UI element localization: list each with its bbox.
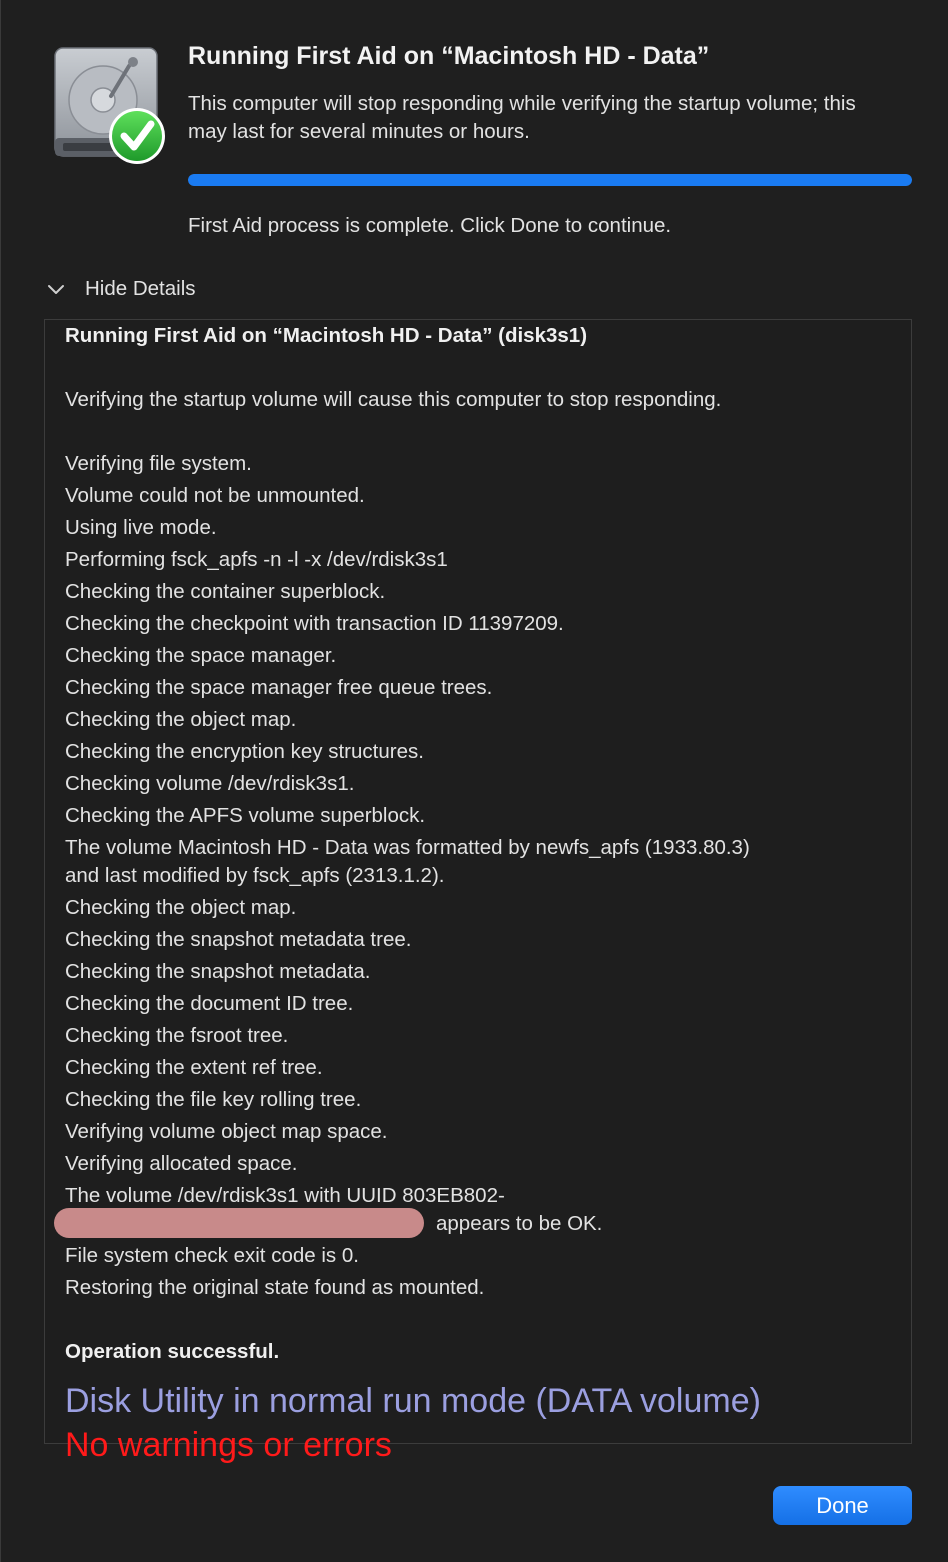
log-line: Checking the encryption key structures. <box>65 740 424 763</box>
log-line: The volume /dev/rdisk3s1 with UUID 803EB… <box>65 1184 505 1207</box>
log-line: Checking the fsroot tree. <box>65 1024 289 1047</box>
redaction-mark <box>54 1208 424 1238</box>
log-line: Verifying the startup volume will cause … <box>65 388 722 411</box>
log-line: Verifying allocated space. <box>65 1152 298 1175</box>
log-line: Checking the snapshot metadata tree. <box>65 928 412 951</box>
log-line: File system check exit code is 0. <box>65 1244 359 1267</box>
log-line: Checking the snapshot metadata. <box>65 960 371 983</box>
status-message: First Aid process is complete. Click Don… <box>188 214 672 237</box>
progress-bar-fill <box>188 174 912 186</box>
log-line: Restoring the original state found as mo… <box>65 1276 485 1299</box>
log-line: and last modified by fsck_apfs (2313.1.2… <box>65 864 445 887</box>
dialog-subtitle: This computer will stop responding while… <box>188 92 856 143</box>
log-line: Using live mode. <box>65 516 217 539</box>
hard-disk-icon <box>49 44 171 168</box>
hide-details-label: Hide Details <box>85 277 196 300</box>
annotation-run-mode: Disk Utility in normal run mode (DATA vo… <box>65 1382 761 1420</box>
log-line: Checking the space manager. <box>65 644 337 667</box>
log-line: Checking the object map. <box>65 896 297 919</box>
progress-bar <box>188 174 912 186</box>
details-log[interactable]: Running First Aid on “Macintosh HD - Dat… <box>44 319 912 1444</box>
log-line: Checking the container superblock. <box>65 580 386 603</box>
log-line: Volume could not be unmounted. <box>65 484 365 507</box>
log-heading: Running First Aid on “Macintosh HD - Dat… <box>65 324 588 347</box>
dialog-title: Running First Aid on “Macintosh HD - Dat… <box>188 42 710 70</box>
chevron-down-icon <box>45 278 67 300</box>
log-line: Checking the space manager free queue tr… <box>65 676 493 699</box>
done-button[interactable]: Done <box>773 1486 912 1525</box>
log-line: Checking the object map. <box>65 708 297 731</box>
log-line: The volume Macintosh HD - Data was forma… <box>65 836 750 859</box>
log-line: Checking the APFS volume superblock. <box>65 804 426 827</box>
hide-details-toggle[interactable]: Hide Details <box>45 274 196 304</box>
log-line: Verifying file system. <box>65 452 252 475</box>
log-line: Checking the checkpoint with transaction… <box>65 612 564 635</box>
operation-result: Operation successful. <box>65 1340 280 1363</box>
green-checkmark-icon <box>109 108 165 164</box>
log-line: Checking the extent ref tree. <box>65 1056 323 1079</box>
log-line: Checking the file key rolling tree. <box>65 1088 362 1111</box>
log-line: Performing fsck_apfs -n -l -x /dev/rdisk… <box>65 548 448 571</box>
log-line: Checking the document ID tree. <box>65 992 354 1015</box>
log-line: appears to be OK. <box>436 1212 603 1235</box>
first-aid-dialog: Running First Aid on “Macintosh HD - Dat… <box>0 0 948 1562</box>
log-line: Verifying volume object map space. <box>65 1120 388 1143</box>
annotation-no-errors: No warnings or errors <box>65 1426 392 1464</box>
log-line: Checking volume /dev/rdisk3s1. <box>65 772 355 795</box>
